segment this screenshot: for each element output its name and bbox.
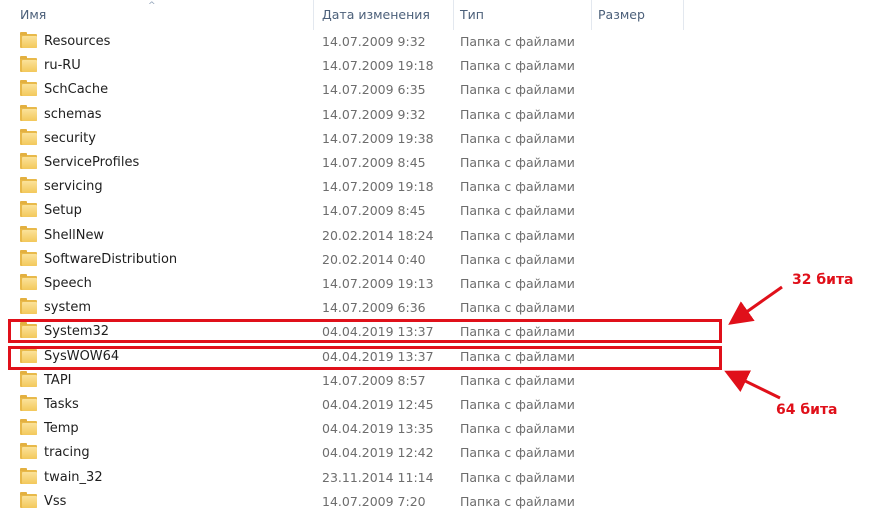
annotation-arrows bbox=[724, 285, 783, 400]
arrow-to-system32 bbox=[728, 285, 783, 325]
label-32-bit: 32 бита bbox=[792, 272, 854, 288]
arrow-to-syswow64 bbox=[724, 370, 781, 400]
label-64-bit: 64 бита bbox=[776, 402, 838, 418]
